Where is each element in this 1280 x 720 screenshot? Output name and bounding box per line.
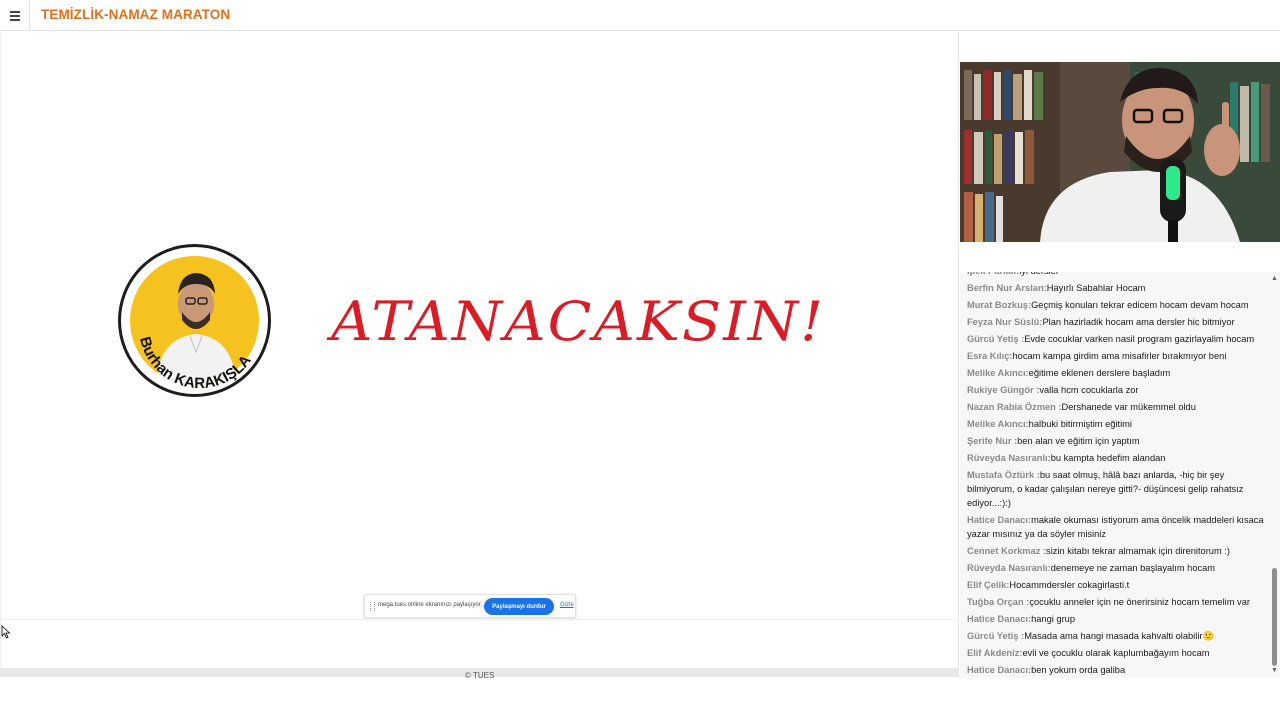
chat-message: Gürcü Yetiş :Evde cocuklar varken nasil … xyxy=(967,330,1267,347)
chat-text: Plan hazirladik hocam ama dersler hic bi… xyxy=(1042,316,1235,327)
chat-text: denemeye ne zaman başlayalım hocam xyxy=(1050,562,1216,573)
chat-message: Feyza Nur Süslü:Plan hazirladik hocam am… xyxy=(967,313,1267,330)
chat-author: Nazan Rabia Özmen : xyxy=(967,401,1062,412)
chat-author: Gürcü Yetiş : xyxy=(967,333,1025,344)
chat-author: Elif Akdeniz: xyxy=(967,647,1023,658)
chat-message: Rukiye Güngör :valla hcm cocuklarla zor xyxy=(967,381,1267,398)
screen-share-bar: mega.tues.online ekranınızı paylaşıyor. … xyxy=(364,594,576,618)
chat-message-list: Ipek Parlak:iyi derslerBerfin Nur Arslan… xyxy=(967,272,1267,678)
chat-message: Melike Akıncı:halbuki bitirmiştim eğitim… xyxy=(967,415,1267,432)
stop-sharing-button[interactable]: Paylaşmayı durdur xyxy=(484,598,554,615)
chat-author: Ipek Parlak: xyxy=(967,272,1019,276)
chat-author: Melike Akıncı: xyxy=(967,367,1029,378)
logo-ring-text: Burhan KARAKIŞLA xyxy=(136,335,255,392)
svg-text:Burhan KARAKIŞLA: Burhan KARAKIŞLA xyxy=(136,335,255,392)
chat-author: Berfin Nur Arslan: xyxy=(967,282,1047,293)
chat-text: ben yokum orda galiba xyxy=(1031,664,1126,675)
divider xyxy=(1,619,958,620)
chat-text: ben alan ve eğitim için yaptım xyxy=(1017,435,1140,446)
chat-scrollbar[interactable]: ▲ ▼ xyxy=(1270,275,1279,675)
chat-message: Rüveyda Nasıranlı:denemeye ne zaman başl… xyxy=(967,559,1267,576)
slide-headline: ATANACAKSIN! xyxy=(331,290,826,353)
chat-text: Masada ama hangi masada kahvalti olabili… xyxy=(1024,630,1215,641)
chat-author: Esra Kılıç: xyxy=(967,350,1013,361)
chat-text: çocuklu anneler için ne önerirsiniz hoca… xyxy=(1029,596,1250,607)
hide-link[interactable]: Gizle xyxy=(560,602,574,608)
share-message: mega.tues.online ekranınızı paylaşıyor. xyxy=(378,602,483,608)
chat-message: Elif Akdeniz:evli ve çocuklu olarak kapl… xyxy=(967,644,1267,661)
chat-author: Rukiye Güngör : xyxy=(967,384,1040,395)
chat-text: Hayırlı Sabahlar Hocam xyxy=(1046,282,1146,293)
chat-message: Rüveyda Nasıranlı:bu kampta hedefim alan… xyxy=(967,449,1267,466)
chat-message: Tuğba Orçan :çocuklu anneler için ne öne… xyxy=(967,593,1267,610)
chat-message: Şerife Nur :ben alan ve eğitim için yapt… xyxy=(967,432,1267,449)
chat-message: Hatice Danacı:makale okuması istiyorum a… xyxy=(967,511,1267,542)
drag-handle-icon[interactable] xyxy=(370,602,375,611)
chat-message: Ipek Parlak:iyi dersler xyxy=(967,272,1267,279)
chat-author: Hatice Danacı: xyxy=(967,514,1032,525)
chat-author: Cennet Korkmaz : xyxy=(967,545,1047,556)
chat-author: Tuğba Orçan : xyxy=(967,596,1030,607)
mouse-cursor-icon xyxy=(1,625,11,639)
chat-message: Hatice Danacı:ben yokum orda galiba xyxy=(967,661,1267,678)
chat-author: Hatice Danacı: xyxy=(967,613,1032,624)
chat-author: Şerife Nur : xyxy=(967,435,1018,446)
chat-text: hangi grup xyxy=(1031,613,1076,624)
chat-author: Melike Akıncı: xyxy=(967,418,1029,429)
chat-message: Hatice Danacı:hangi grup xyxy=(967,610,1267,627)
chat-text: hocam kampa girdim ama misafirler bırakm… xyxy=(1012,350,1227,361)
chat-text: iyi dersler xyxy=(1019,272,1059,276)
chat-author: Rüveyda Nasıranlı: xyxy=(967,452,1051,463)
chat-author: Hatice Danacı: xyxy=(967,664,1032,675)
webcam-video[interactable] xyxy=(960,62,1280,242)
chat-text: sizin kitabı tekrar almamak için direnit… xyxy=(1046,545,1230,556)
chat-text: halbuki bitirmiştim eğitimi xyxy=(1028,418,1132,429)
scroll-up-icon[interactable]: ▲ xyxy=(1270,275,1279,283)
chat-author: Rüveyda Nasıranlı: xyxy=(967,562,1051,573)
page-title: TEMİZLİK-NAMAZ MARATON xyxy=(41,7,231,22)
chat-text: eğitime eklenen derslere başladım xyxy=(1028,367,1171,378)
chat-panel: Ipek Parlak:iyi derslerBerfin Nur Arslan… xyxy=(960,272,1280,678)
chat-author: Feyza Nur Süslü: xyxy=(967,316,1043,327)
scroll-thumb[interactable] xyxy=(1272,568,1277,666)
burhan-karakisla-logo: Burhan KARAKIŞLA xyxy=(118,244,271,397)
hamburger-icon[interactable] xyxy=(0,0,30,31)
chat-text: valla hcm cocuklarla zor xyxy=(1039,384,1139,395)
chat-author: Elif Çelik: xyxy=(967,579,1010,590)
chat-message: Mustafa Öztürk :bu saat olmuş, hâlâ bazı… xyxy=(967,466,1267,511)
chat-text: evli ve çocuklu olarak kaplumbağayım hoc… xyxy=(1022,647,1210,658)
chat-message: Cennet Korkmaz :sizin kitabı tekrar alma… xyxy=(967,542,1267,559)
chat-author: Mustafa Öztürk : xyxy=(967,469,1040,480)
chat-message: Nazan Rabia Özmen :Dershanede var mükemm… xyxy=(967,398,1267,415)
top-bar: TEMİZLİK-NAMAZ MARATON xyxy=(0,0,1280,31)
chat-message: Murat Bozkuş:Geçmiş konuları tekrar edic… xyxy=(967,296,1267,313)
scroll-down-icon[interactable]: ▼ xyxy=(1270,667,1279,675)
chat-message: Gürcü Yetiş :Masada ama hangi masada kah… xyxy=(967,627,1267,644)
chat-message: Esra Kılıç:hocam kampa girdim ama misafi… xyxy=(967,347,1267,364)
chat-text: Hocammdersler cokagirlasti.t xyxy=(1009,579,1130,590)
chat-text: bu kampta hedefim alandan xyxy=(1050,452,1166,463)
chat-author: Murat Bozkuş: xyxy=(967,299,1032,310)
chat-text: Geçmiş konuları tekrar edicem hocam deva… xyxy=(1031,299,1249,310)
chat-message: Berfin Nur Arslan:Hayırlı Sabahlar Hocam xyxy=(967,279,1267,296)
footer-copyright: © TUES xyxy=(465,671,495,680)
chat-text: Evde cocuklar varken nasil program gazir… xyxy=(1024,333,1255,344)
chat-message: Elif Çelik:Hocammdersler cokagirlasti.t xyxy=(967,576,1267,593)
chat-message: Melike Akıncı:eğitime eklenen derslere b… xyxy=(967,364,1267,381)
chat-author: Gürcü Yetiş : xyxy=(967,630,1025,641)
shared-screen-stage: Burhan KARAKIŞLA ATANACAKSIN! mega.tues.… xyxy=(0,32,959,668)
chat-text: Dershanede var mükemmel oldu xyxy=(1061,401,1196,412)
